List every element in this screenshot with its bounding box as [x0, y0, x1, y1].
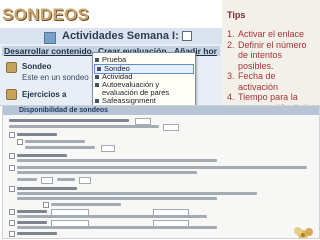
- availability-form: Disponibilidad de sondeos: [2, 105, 320, 239]
- form-checkbox[interactable]: [9, 132, 15, 138]
- form-text-line: [9, 125, 159, 128]
- form-checkbox[interactable]: [17, 139, 23, 145]
- form-text-line: [17, 171, 197, 174]
- tips-header: Tips: [227, 10, 246, 20]
- form-text-line: [25, 146, 95, 149]
- form-text-line: [17, 178, 37, 181]
- section-header: Actividades Semana I:: [0, 28, 222, 44]
- form-input[interactable]: [101, 145, 115, 152]
- form-text-line: [25, 140, 85, 143]
- form-text-line: [17, 232, 57, 235]
- form-text-line: [17, 166, 307, 169]
- form-checkbox[interactable]: [9, 231, 15, 237]
- ejercicios-row[interactable]: Ejercicios a: [22, 90, 66, 99]
- form-checkbox[interactable]: [9, 186, 15, 192]
- sondeo-description: Este en un sondeo: [22, 73, 89, 82]
- sondeo-icon: [6, 62, 17, 73]
- slide-title: SONDEOS: [2, 5, 90, 24]
- form-text-line: [57, 178, 75, 181]
- section-title-text: Actividades Semana I:: [62, 30, 179, 42]
- section-icon: [44, 32, 56, 44]
- form-text-line: [17, 210, 47, 213]
- form-text-line: [17, 221, 47, 224]
- form-section-title: Disponibilidad de sondeos: [19, 107, 109, 114]
- form-text-line: [17, 226, 217, 229]
- form-text-line: [17, 159, 217, 162]
- form-text-line: [51, 203, 121, 206]
- form-text-line: [17, 215, 207, 218]
- form-text-line: [17, 197, 217, 200]
- moodle-screenshot: Actividades Semana I: Desarrollar conten…: [0, 28, 222, 106]
- dropdown-item-safeassignment[interactable]: Safeassignment: [95, 97, 156, 105]
- section-title: Actividades Semana I:: [62, 30, 192, 42]
- form-text-line: [17, 192, 257, 195]
- form-input[interactable]: [41, 177, 53, 184]
- form-text-line: [17, 187, 77, 190]
- form-text-line: [17, 154, 67, 157]
- form-input[interactable]: [163, 124, 179, 131]
- sondeo-row[interactable]: Sondeo: [22, 62, 51, 71]
- form-input[interactable]: [135, 118, 151, 125]
- form-checkbox[interactable]: [9, 165, 15, 171]
- ejercicios-icon: [6, 89, 17, 100]
- form-checkbox[interactable]: [9, 209, 15, 215]
- create-evaluation-dropdown: Prueba Sondeo Actividad Autoevaluación y…: [92, 52, 196, 105]
- decorative-flower-icon: [294, 227, 313, 238]
- tip-item: 3. Fecha de activación: [227, 71, 279, 92]
- form-radio[interactable]: [43, 202, 49, 208]
- form-text-line: [17, 133, 57, 136]
- edit-icon[interactable]: [181, 31, 192, 42]
- form-text-line: [9, 119, 129, 122]
- form-input[interactable]: [79, 177, 91, 184]
- form-checkbox[interactable]: [9, 153, 15, 159]
- form-section-bar: Disponibilidad de sondeos: [3, 106, 319, 115]
- menu-develop-content[interactable]: Desarrollar contenido: [4, 46, 92, 56]
- dropdown-item-prueba[interactable]: Prueba: [95, 56, 126, 64]
- tip-item: 1. Activar el enlace: [227, 29, 305, 39]
- form-checkbox[interactable]: [9, 220, 15, 226]
- tip-item: 2. Definir el número de intentos posibles…: [227, 39, 307, 71]
